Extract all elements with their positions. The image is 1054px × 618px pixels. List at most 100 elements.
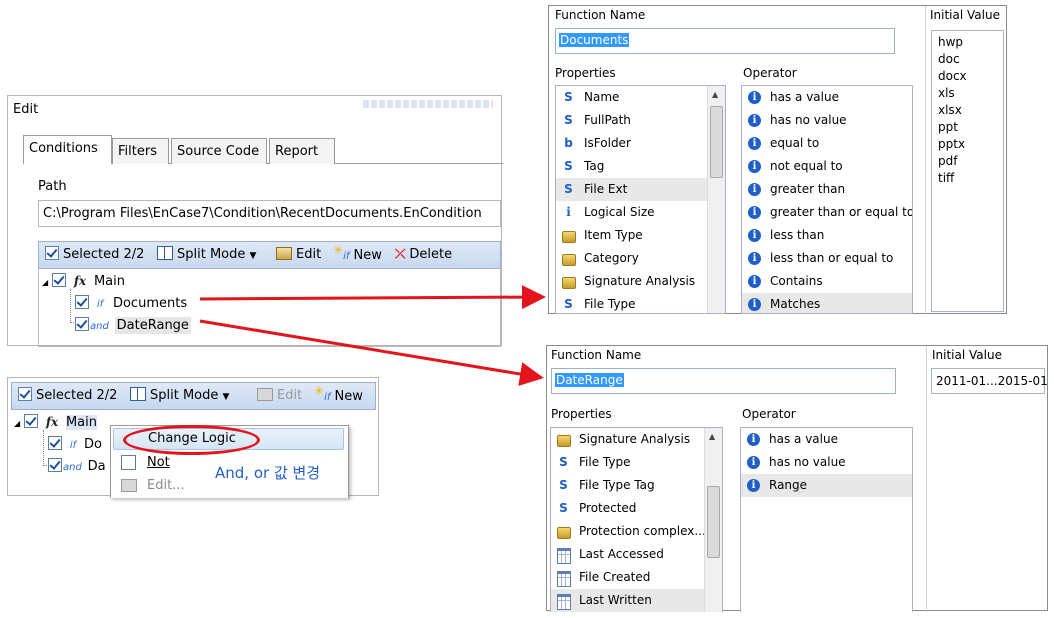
split-mode-button[interactable]: Split Mode ▼ [157, 242, 256, 268]
operator-item[interactable]: i has a value [741, 428, 912, 451]
split-mode-icon [157, 246, 173, 260]
property-item[interactable]: Signature Analysis [556, 270, 708, 293]
new-button[interactable]: ✳if New [314, 383, 363, 409]
property-item[interactable]: S Protected [551, 497, 705, 520]
property-label: Last Written [579, 593, 652, 607]
operator-label: has a value [770, 90, 839, 104]
property-item[interactable]: S FullPath [556, 109, 708, 132]
tab-source-code[interactable]: Source Code [171, 138, 267, 164]
tree-node-daterange[interactable]: and Da [48, 458, 106, 474]
property-item[interactable]: S File Type Tag [551, 474, 705, 497]
initial-value-item[interactable]: pptx [932, 136, 1003, 153]
property-item[interactable]: Item Type [556, 224, 708, 247]
property-label: Item Type [584, 228, 643, 242]
selected-toggle[interactable]: Selected 2/2 [45, 242, 144, 268]
tree-node-main[interactable]: ◢ fx Main [14, 414, 98, 430]
initial-value-item[interactable]: hwp [932, 34, 1003, 51]
calendar-icon [557, 548, 571, 564]
properties-list[interactable]: S Name S FullPath b IsFolder S Tag S File Ext i Log… [555, 85, 726, 314]
operator-item[interactable]: i greater than or equal to [742, 201, 912, 224]
operator-item[interactable]: i Matches [742, 293, 912, 313]
enum-type-icon [562, 231, 576, 243]
initial-value-item[interactable]: tiff [932, 170, 1003, 187]
selected-toggle[interactable]: Selected 2/2 [18, 383, 117, 409]
split-mode-button[interactable]: Split Mode ▼ [130, 383, 229, 409]
tree-node-documents[interactable]: if Documents [75, 295, 187, 311]
initial-value-field[interactable]: 2011-01...2015-01 [931, 368, 1048, 394]
initial-value-item[interactable]: xls [932, 85, 1003, 102]
property-item[interactable]: Last Written [551, 589, 705, 612]
initial-value-list[interactable]: hwp doc docx xls xlsx ppt pptx pdf tiff [931, 30, 1004, 312]
properties-scrollbar[interactable]: ▲ [707, 86, 725, 313]
initial-value-item[interactable]: ppt [932, 119, 1003, 136]
checkbox-icon [23, 414, 38, 428]
info-icon: i [748, 114, 761, 127]
property-item[interactable]: i Logical Size [556, 201, 708, 224]
property-label: File Type Tag [579, 478, 655, 492]
path-input[interactable]: C:\Program Files\EnCase7\Condition\Recen… [38, 200, 501, 227]
operator-label: equal to [770, 136, 820, 150]
enum-type-icon [562, 254, 576, 266]
initial-value-item[interactable]: docx [932, 68, 1003, 85]
operator-list[interactable]: i has a value i has no value i equal to i not e… [741, 85, 913, 314]
operator-item[interactable]: i greater than [742, 178, 912, 201]
function-icon: fx [45, 415, 59, 429]
tab-report[interactable]: Report [269, 138, 335, 164]
new-button[interactable]: ✳if New [333, 242, 382, 268]
operator-label: greater than [770, 182, 846, 196]
info-icon: i [748, 298, 761, 311]
operator-item[interactable]: i has no value [742, 109, 912, 132]
property-item[interactable]: Last Accessed [551, 543, 705, 566]
property-item[interactable]: Category [556, 247, 708, 270]
operator-item[interactable]: i less than [742, 224, 912, 247]
info-icon: i [748, 137, 761, 150]
operator-item[interactable]: i has no value [741, 451, 912, 474]
initial-value-item[interactable]: xlsx [932, 102, 1003, 119]
scroll-thumb[interactable] [710, 106, 723, 178]
property-item[interactable]: b IsFolder [556, 132, 708, 155]
initial-value-item[interactable]: doc [932, 51, 1003, 68]
operator-item[interactable]: i not equal to [742, 155, 912, 178]
operator-label: has no value [769, 455, 846, 469]
property-item[interactable]: S Name [556, 86, 708, 109]
properties-label: Properties [551, 407, 612, 421]
property-item[interactable]: Signature Analysis [551, 428, 705, 451]
split-mode-icon [130, 387, 146, 401]
properties-scrollbar[interactable]: ▲ [704, 428, 722, 612]
tree-node-documents[interactable]: if Do [48, 436, 102, 452]
tab-conditions[interactable]: Conditions [23, 135, 112, 164]
info-icon: i [748, 160, 761, 173]
string-type-icon: S [564, 90, 573, 104]
path-label: Path [38, 179, 67, 194]
property-item[interactable]: S File Type [556, 293, 708, 313]
initial-value-item[interactable]: pdf [932, 153, 1003, 170]
checkbox-icon [121, 455, 136, 470]
property-label: File Type [579, 455, 631, 469]
operator-item[interactable]: i equal to [742, 132, 912, 155]
tab-filters[interactable]: Filters [112, 138, 169, 164]
if-icon: if [343, 251, 350, 262]
tree-node-daterange[interactable]: and DateRange [75, 317, 191, 334]
operator-item[interactable]: i has a value [742, 86, 912, 109]
scroll-thumb[interactable] [707, 486, 720, 558]
property-item[interactable]: File Created [551, 566, 705, 589]
checkbox-icon [75, 295, 89, 309]
edit-button[interactable]: Edit [276, 242, 321, 268]
tab-strip: Conditions Filters Source Code Report [23, 135, 503, 164]
property-item[interactable]: S File Ext [556, 178, 708, 201]
property-item[interactable]: Protection complex... [551, 520, 706, 543]
property-item[interactable]: S File Type [551, 451, 705, 474]
operator-item[interactable]: i Contains [742, 270, 912, 293]
annotation-highlight-circle [123, 425, 260, 455]
function-name-input[interactable]: Documents [555, 28, 895, 54]
edit-button[interactable]: Edit [257, 383, 302, 409]
properties-list[interactable]: Signature Analysis S File Type S File Type T… [550, 427, 723, 612]
property-item[interactable]: S Tag [556, 155, 708, 178]
function-name-input[interactable]: DateRange [551, 368, 896, 394]
operator-list[interactable]: i has a value i has no value i Range [740, 427, 913, 612]
operator-item[interactable]: i Range [741, 474, 912, 497]
delete-button[interactable]: ⤫ Delete [395, 242, 452, 268]
tree-node-main[interactable]: ◢ fx Main [42, 273, 125, 289]
operator-item[interactable]: i less than or equal to [742, 247, 912, 270]
info-icon: i [748, 252, 761, 265]
